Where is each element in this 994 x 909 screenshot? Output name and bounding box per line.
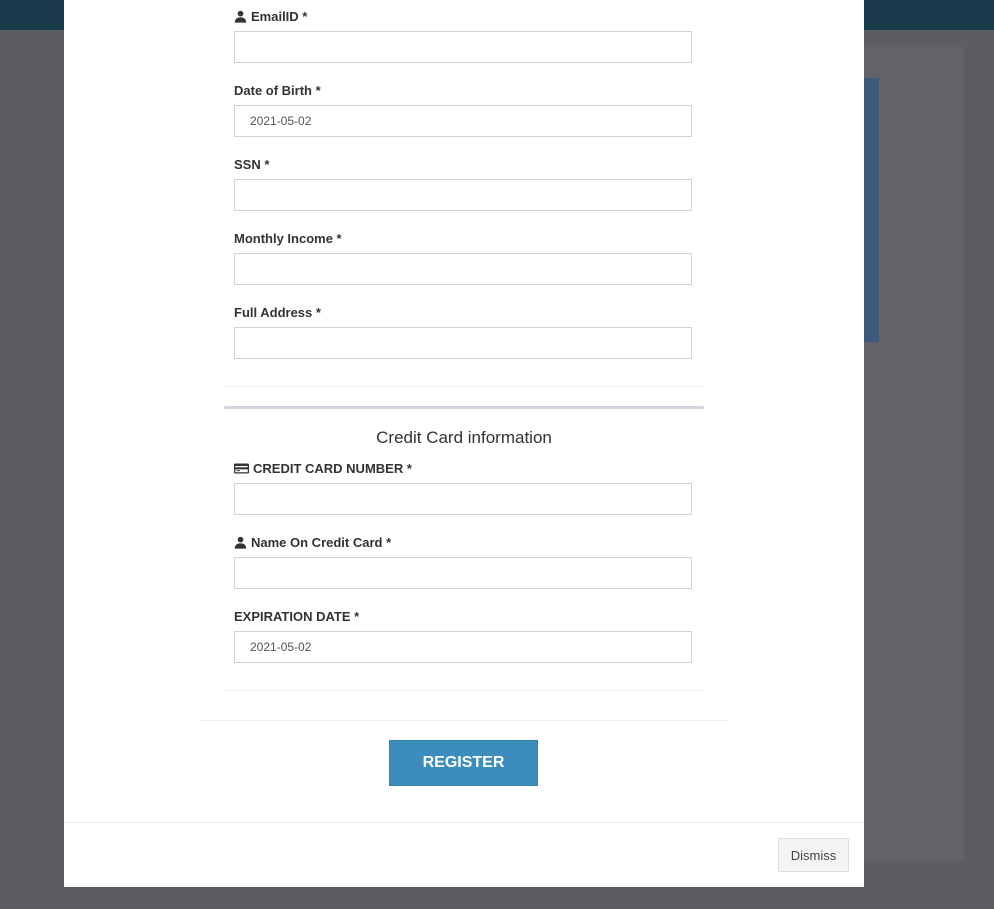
card-name-label-text: Name On Credit Card *: [251, 534, 392, 550]
user-icon: [234, 536, 247, 549]
credit-card-divider: [224, 690, 704, 691]
dob-field[interactable]: 2021-05-02: [234, 105, 692, 137]
expiration-date-field[interactable]: 2021-05-02: [234, 631, 692, 663]
full-address-label: Full Address *: [234, 303, 321, 321]
ssn-label: SSN *: [234, 155, 269, 173]
card-number-field[interactable]: [234, 483, 692, 515]
monthly-income-label-text: Monthly Income *: [234, 230, 342, 246]
card-name-field[interactable]: [234, 557, 692, 589]
monthly-income-field[interactable]: [234, 253, 692, 285]
register-button[interactable]: REGISTER: [389, 740, 538, 786]
ssn-label-text: SSN *: [234, 156, 270, 172]
expiration-date-label-text: EXPIRATION DATE *: [234, 608, 360, 624]
user-icon: [234, 10, 247, 23]
full-address-label-text: Full Address *: [234, 304, 321, 320]
dismiss-button[interactable]: Dismiss: [778, 838, 849, 872]
registration-modal: EmailID * Date of Birth * 2021-05-02 SSN…: [64, 0, 864, 887]
modal-footer-divider: [64, 822, 864, 823]
card-number-label: CREDIT CARD NUMBER *: [234, 459, 412, 477]
credit-card-section-title: Credit Card information: [376, 428, 552, 447]
card-name-label: Name On Credit Card *: [234, 533, 391, 551]
email-field[interactable]: [234, 31, 692, 63]
credit-card-section-border: [224, 406, 704, 409]
dob-label: Date of Birth *: [234, 81, 321, 99]
background-blue-box: [864, 78, 879, 342]
card-number-label-text: CREDIT CARD NUMBER *: [253, 460, 412, 476]
monthly-income-label: Monthly Income *: [234, 229, 342, 247]
ssn-field[interactable]: [234, 179, 692, 211]
credit-card-icon: [234, 463, 249, 473]
form-footer-divider: [200, 720, 728, 721]
personal-card-divider: [224, 386, 704, 387]
email-label-text: EmailID *: [251, 8, 308, 24]
full-address-field[interactable]: [234, 327, 692, 359]
email-label: EmailID *: [234, 7, 307, 25]
expiration-date-label: EXPIRATION DATE *: [234, 607, 359, 625]
dob-label-text: Date of Birth *: [234, 82, 321, 98]
